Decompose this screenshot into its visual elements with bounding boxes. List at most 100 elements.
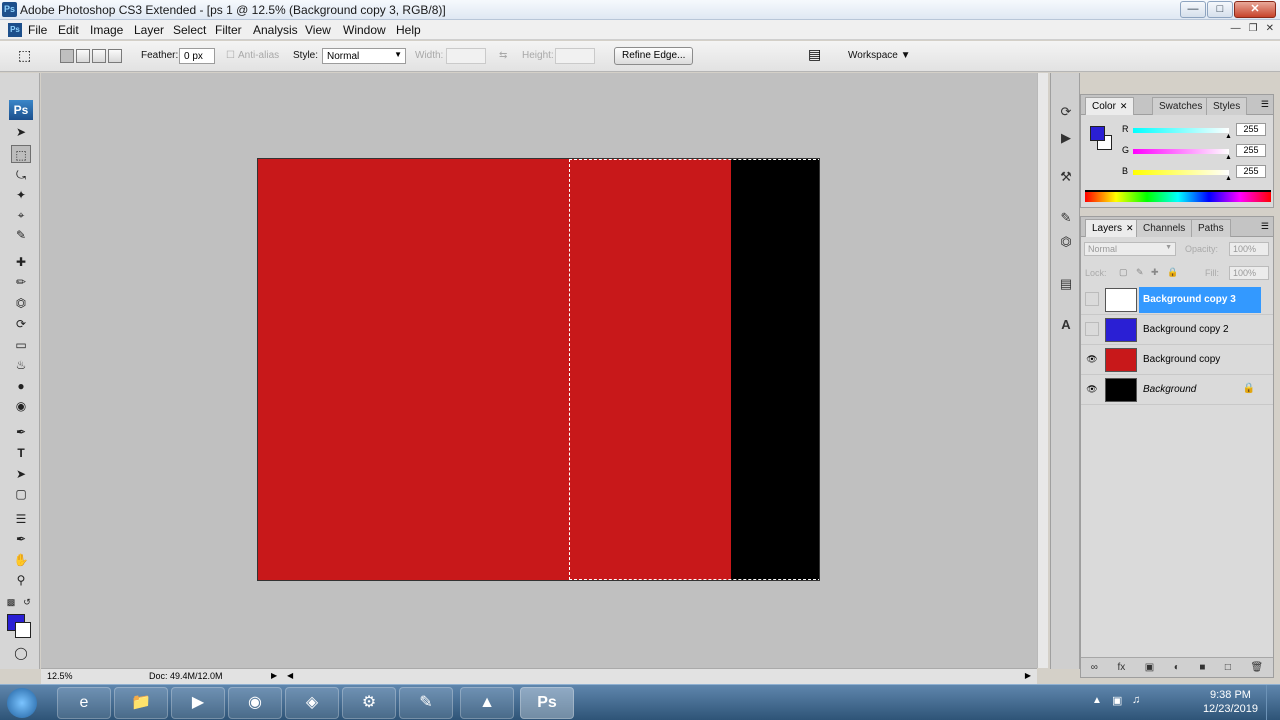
hand-tool-icon[interactable]: ✋ (11, 551, 31, 569)
zoom-tool-icon[interactable]: ⚲ (11, 571, 31, 589)
swap-icon[interactable]: ⇆ (499, 50, 507, 61)
lock-position-icon[interactable]: ✚ (1151, 267, 1159, 278)
document-canvas[interactable] (257, 158, 820, 581)
crop-tool-icon[interactable]: ⌖ (11, 206, 31, 224)
quick-mask-icon[interactable]: ◯ (11, 644, 31, 662)
magic-wand-tool-icon[interactable]: ✦ (11, 186, 31, 204)
tab-channels[interactable]: Channels (1136, 219, 1193, 237)
document-icon[interactable]: Ps (8, 23, 22, 37)
clone-source-icon[interactable]: ⏣ (1057, 233, 1075, 251)
menu-window[interactable]: Window (343, 23, 386, 37)
layer-name[interactable]: Background copy (1139, 347, 1261, 373)
tray-expand-icon[interactable]: ▲ (1092, 695, 1102, 706)
visibility-toggle[interactable] (1085, 322, 1099, 336)
eraser-tool-icon[interactable]: ▭ (11, 336, 31, 354)
app-icon[interactable]: ⚙ (342, 687, 396, 719)
menu-select[interactable]: Select (173, 23, 206, 37)
network-icon[interactable]: ▣ (1112, 694, 1122, 707)
blur-tool-icon[interactable]: ● (11, 377, 31, 395)
visibility-toggle[interactable] (1085, 292, 1099, 306)
opacity-input[interactable]: 100% (1229, 242, 1269, 256)
menu-file[interactable]: File (28, 23, 47, 37)
new-layer-icon[interactable]: □ (1225, 662, 1231, 673)
intersect-selection-icon[interactable] (108, 49, 122, 63)
menu-analysis[interactable]: Analysis (253, 23, 298, 37)
eye-icon[interactable]: 👁 (1086, 353, 1098, 365)
swap-colors-icon[interactable]: ↺ (20, 593, 34, 611)
red-slider[interactable]: ▲ (1133, 128, 1232, 140)
menu-layer[interactable]: Layer (134, 23, 164, 37)
clock[interactable]: 9:38 PM 12/23/2019 (1203, 688, 1258, 716)
add-to-selection-icon[interactable] (76, 49, 90, 63)
menu-filter[interactable]: Filter (215, 23, 242, 37)
style-select[interactable]: Normal ▼ (322, 48, 406, 64)
layer-mask-icon[interactable]: ▣ (1145, 662, 1154, 673)
tool-presets-icon[interactable]: ⚒ (1057, 168, 1075, 186)
dodge-tool-icon[interactable]: ◉ (11, 397, 31, 415)
slider-knob-icon[interactable]: ▲ (1225, 154, 1232, 161)
layer-row[interactable]: Background copy 2 (1081, 315, 1273, 345)
lasso-tool-icon[interactable]: ⤿ (11, 166, 31, 184)
marquee-selection[interactable] (569, 159, 819, 580)
blue-slider[interactable]: ▲ (1133, 170, 1232, 182)
bridge-icon[interactable]: ▤ (808, 46, 821, 63)
menu-edit[interactable]: Edit (58, 23, 79, 37)
width-input[interactable] (446, 48, 486, 64)
lock-all-icon[interactable]: 🔒 (1167, 267, 1178, 278)
doc-close-icon[interactable]: ✕ (1266, 23, 1274, 34)
chrome-icon[interactable]: ◉ (228, 687, 282, 719)
clone-stamp-tool-icon[interactable]: ⏣ (11, 294, 31, 312)
firefox-icon[interactable]: ◈ (285, 687, 339, 719)
vlc-icon[interactable]: ▲ (460, 687, 514, 719)
green-slider[interactable]: ▲ (1133, 149, 1232, 161)
tab-paths[interactable]: Paths (1191, 219, 1231, 237)
menu-view[interactable]: View (305, 23, 331, 37)
tab-layers[interactable]: Layers ✕ (1085, 219, 1141, 237)
healing-brush-tool-icon[interactable]: ✚ (11, 253, 31, 271)
slider-knob-icon[interactable]: ▲ (1225, 175, 1232, 182)
lock-image-icon[interactable]: ✎ (1136, 267, 1144, 278)
panel-menu-icon[interactable]: ☰ (1261, 221, 1269, 232)
blue-value-input[interactable]: 255 (1236, 165, 1266, 178)
zoom-level[interactable]: 12.5% (47, 671, 73, 681)
status-menu-arrow-icon[interactable]: ▶ (271, 671, 277, 680)
move-tool-icon[interactable]: ➤ (11, 123, 31, 141)
rectangle-tool-icon[interactable]: ▢ (11, 485, 31, 503)
actions-panel-icon[interactable]: ▶ (1057, 129, 1075, 147)
new-selection-icon[interactable] (60, 49, 74, 63)
lock-transparent-icon[interactable]: ▢ (1119, 267, 1128, 278)
doc-minimize-icon[interactable]: — (1231, 23, 1241, 34)
layer-row[interactable]: 👁 Background copy (1081, 345, 1273, 375)
start-button[interactable] (7, 688, 37, 718)
panel-menu-icon[interactable]: ☰ (1261, 99, 1269, 110)
volume-icon[interactable]: ♫ (1132, 694, 1140, 706)
doc-restore-icon[interactable]: ❐ (1249, 23, 1258, 34)
photoshop-logo[interactable]: Ps (9, 100, 33, 120)
menu-help[interactable]: Help (396, 23, 421, 37)
fill-input[interactable]: 100% (1229, 266, 1269, 280)
brush-tool-icon[interactable]: ✏ (11, 273, 31, 291)
screen-mode-icon[interactable]: ▣ (11, 664, 31, 669)
default-colors-icon[interactable]: ▩ (4, 593, 18, 611)
background-color-swatch[interactable] (15, 622, 31, 638)
layer-name[interactable]: Background copy 3 (1139, 287, 1261, 313)
document-size[interactable]: Doc: 49.4M/12.0M (149, 671, 223, 681)
green-value-input[interactable]: 255 (1236, 144, 1266, 157)
tab-swatches[interactable]: Swatches (1152, 97, 1210, 115)
microphone-icon[interactable]: ✎ (399, 687, 453, 719)
type-tool-icon[interactable]: T (11, 444, 31, 462)
tab-styles[interactable]: Styles (1206, 97, 1248, 115)
slider-knob-icon[interactable]: ▲ (1225, 133, 1232, 140)
history-panel-icon[interactable]: ⟳ (1057, 103, 1075, 121)
feather-input[interactable]: 0 px (179, 48, 215, 64)
eyedropper-tool-icon[interactable]: ✒ (11, 530, 31, 548)
paint-bucket-tool-icon[interactable]: ♨ (11, 356, 31, 374)
pen-tool-icon[interactable]: ✒ (11, 423, 31, 441)
rectangular-marquee-preset-icon[interactable]: ⬚ (18, 47, 31, 64)
show-desktop-button[interactable] (1266, 685, 1280, 720)
rectangular-marquee-tool-icon[interactable]: ⬚ (11, 145, 31, 163)
vertical-scrollbar[interactable] (1037, 73, 1048, 668)
close-tab-icon[interactable]: ✕ (1126, 223, 1134, 233)
minimize-button[interactable]: — (1180, 1, 1206, 18)
slice-tool-icon[interactable]: ✎ (11, 226, 31, 244)
